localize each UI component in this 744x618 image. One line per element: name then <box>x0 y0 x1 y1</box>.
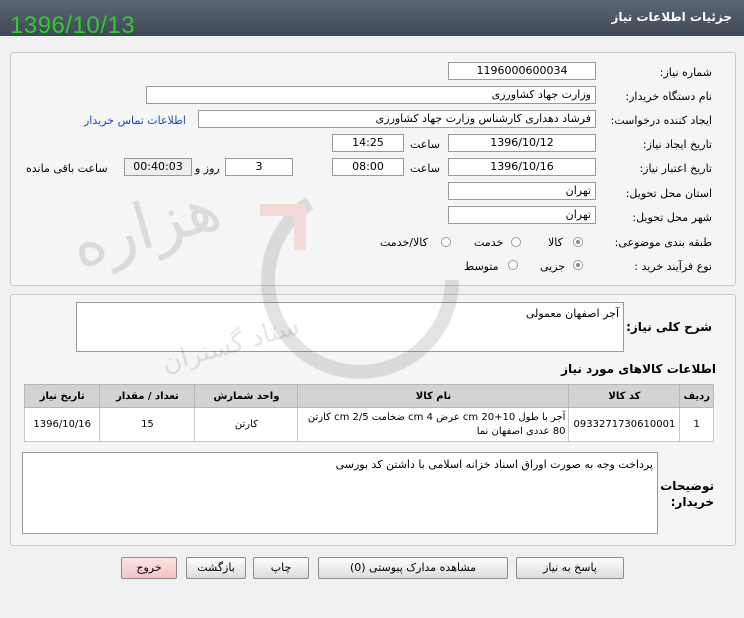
unit-cell: کارتن <box>194 407 299 442</box>
back-button[interactable]: بازگشت <box>186 557 246 579</box>
items-section-title: اطلاعات کالاهای مورد نیاز <box>561 362 716 376</box>
col-name-header: نام کالا <box>297 384 570 408</box>
category-goods-label: کالا <box>548 236 563 249</box>
exit-button[interactable]: خروج <box>121 557 177 579</box>
validity-time-label: ساعت <box>410 162 440 175</box>
items-header-row: ردیف کد کالا نام کالا واحد شمارش تعداد /… <box>23 384 714 408</box>
process-minor-radio[interactable] <box>573 260 583 270</box>
print-button[interactable]: چاپ <box>253 557 309 579</box>
row-number-cell: 1 <box>679 407 714 442</box>
requester-field[interactable]: فرشاد دهداری کارشناس وزارت جهاد کشاورزی <box>198 110 596 128</box>
need-date-cell: 1396/10/16 <box>23 407 101 442</box>
process-type-label: نوع فرآیند خرید : <box>634 260 712 273</box>
city-field[interactable]: تهران <box>448 206 596 224</box>
remaining-time-field[interactable]: 00:40:03 <box>124 158 192 176</box>
page-title: جزئیات اطلاعات نیاز <box>611 10 732 24</box>
created-date-label: تاریخ ایجاد نیاز: <box>642 138 712 151</box>
process-minor-label: جزیی <box>540 260 566 273</box>
created-time-label: ساعت <box>410 138 440 151</box>
table-row: 1 0933271730610001 آجر با طول 10+20 cm ع… <box>23 407 714 442</box>
col-qty-header: تعداد / مقدار <box>99 384 196 408</box>
validity-time-field[interactable]: 08:00 <box>332 158 404 176</box>
attachments-button[interactable]: مشاهده مدارک پیوستی (0) <box>318 557 508 579</box>
days-label: روز و <box>195 162 220 175</box>
created-date-field[interactable]: 1396/10/12 <box>448 134 596 152</box>
col-row-header: ردیف <box>679 384 714 408</box>
date-stamp: 1396/10/13 <box>10 12 136 39</box>
category-goods-radio[interactable] <box>573 237 583 247</box>
process-medium-label: متوسط <box>464 260 499 273</box>
validity-date-field[interactable]: 1396/10/16 <box>448 158 596 176</box>
buyer-org-field[interactable]: وزارت جهاد کشاورزی <box>146 86 596 104</box>
process-medium-radio[interactable] <box>508 260 518 270</box>
province-field[interactable]: تهران <box>448 182 596 200</box>
col-code-header: کد کالا <box>568 384 681 408</box>
category-service-label: خدمت <box>474 236 504 249</box>
created-time-field[interactable]: 14:25 <box>332 134 404 152</box>
summary-label: شرح کلی نیاز: <box>626 320 712 334</box>
buyer-org-label: نام دستگاه خریدار: <box>625 90 712 103</box>
requester-label: ایجاد کننده درخواست: <box>610 114 712 127</box>
province-label: استان محل تحویل: <box>625 187 712 200</box>
items-table: ردیف کد کالا نام کالا واحد شمارش تعداد /… <box>23 384 714 442</box>
reply-button[interactable]: پاسخ به نیاز <box>516 557 624 579</box>
city-label: شهر محل تحویل: <box>632 211 712 224</box>
col-unit-header: واحد شمارش <box>194 384 299 408</box>
quantity-cell: 15 <box>99 407 196 442</box>
buyer-notes-textarea[interactable]: پرداخت وجه به صورت اوراق اسناد خزانه اسل… <box>22 452 658 534</box>
col-date-header: تاریخ نیاز <box>23 384 101 408</box>
remaining-time-label: ساعت باقی مانده <box>26 162 108 175</box>
item-code-cell: 0933271730610001 <box>568 407 681 442</box>
buyer-contact-link[interactable]: اطلاعات تماس خریدار <box>84 114 186 127</box>
need-number-label: شماره نیاز: <box>659 66 712 79</box>
validity-date-label: تاریخ اعتبار نیاز: <box>639 162 712 175</box>
category-label: طبقه بندی موضوعی: <box>614 236 712 249</box>
need-number-field[interactable]: 1196000600034 <box>448 62 596 80</box>
category-goods-service-label: کالا/خدمت <box>380 236 428 249</box>
days-remaining-field[interactable]: 3 <box>225 158 293 176</box>
buyer-notes-label: توضیحات خریدار: <box>660 479 714 509</box>
summary-textarea[interactable]: آجر اصفهان معمولی <box>76 302 624 352</box>
item-name-cell: آجر با طول 10+20 cm عرض 4 cm ضخامت 2/5 c… <box>297 407 570 442</box>
category-goods-service-radio[interactable] <box>441 237 451 247</box>
category-service-radio[interactable] <box>511 237 521 247</box>
